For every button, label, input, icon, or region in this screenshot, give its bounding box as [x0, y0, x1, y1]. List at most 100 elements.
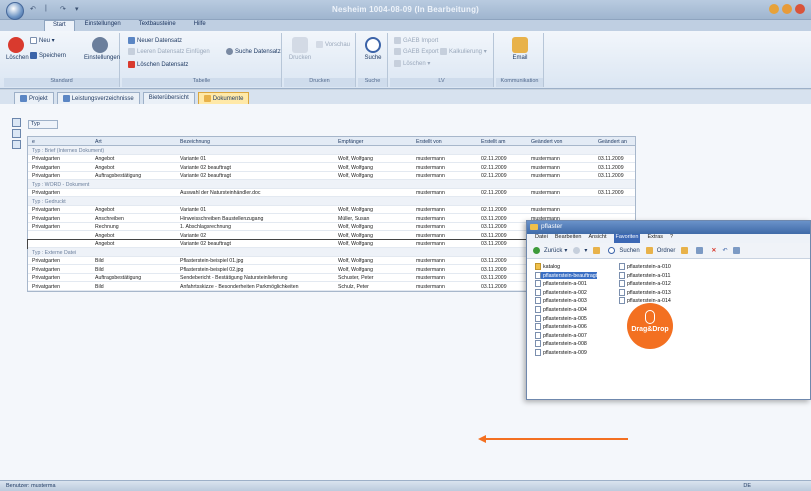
ribbon-tab-einstellungen[interactable]: Einstellungen	[77, 20, 129, 31]
table-cell: 03.11.2009	[598, 164, 624, 171]
file-name: pflasterstein-a-010	[627, 263, 671, 270]
forward-button[interactable]: ▾	[573, 247, 587, 254]
ribbon-tab-start[interactable]: Start	[44, 20, 75, 31]
gaeb-export-button[interactable]: GAEB Export	[394, 48, 439, 55]
column-header[interactable]: Bezeichnung	[180, 139, 300, 145]
menu-item-datei[interactable]: Datei	[535, 234, 548, 243]
gaeb-export-label: GAEB Export	[403, 49, 439, 56]
tab-leistungsverzeichnisse[interactable]: Leistungsverzeichnisse	[56, 92, 140, 104]
file-item[interactable]: pflasterstein-a-001	[535, 280, 587, 288]
new-record-label: Neuer Datensatz	[137, 38, 183, 45]
file-item[interactable]: pflasterstein-a-013	[619, 288, 671, 296]
search-record-button[interactable]: Suche Datensatz	[226, 48, 281, 55]
file-item[interactable]: pflasterstein-a-004	[535, 306, 587, 313]
file-name: pflasterstein-beauftragt	[543, 272, 598, 279]
column-header[interactable]: Geändert an	[598, 139, 636, 145]
file-icon	[535, 314, 541, 322]
tab-bieteruebersicht[interactable]: Bieterübersicht	[142, 92, 195, 104]
menu-item-extras[interactable]: Extras	[647, 234, 663, 243]
preview-button[interactable]: Vorschau	[316, 41, 350, 48]
file-item[interactable]: pflasterstein-a-005	[535, 314, 587, 322]
ribbon-group-lv: GAEB Import GAEB Export Kalkulierung ▾ L…	[390, 33, 494, 87]
undo-icon[interactable]: ↶	[722, 247, 727, 254]
file-item[interactable]: pflasterstein-a-002	[535, 288, 587, 296]
search-button[interactable]: Suchen	[608, 247, 640, 254]
tab-label: Projekt	[29, 96, 48, 103]
delete-icon	[8, 37, 24, 53]
file-item[interactable]: pflasterstein-beauftragt	[535, 271, 598, 279]
menu-item-help[interactable]: ?	[670, 234, 673, 243]
delete-record-button[interactable]: Löschen Datensatz	[128, 61, 188, 68]
save-label: Speichern	[39, 53, 67, 60]
up-button[interactable]	[593, 247, 602, 254]
menu-item-favoriten[interactable]: Favoriten	[613, 234, 641, 243]
file-item[interactable]: pflasterstein-a-012	[619, 280, 671, 288]
delete-button[interactable]: Löschen	[6, 37, 29, 61]
ribbon-tab-hilfe[interactable]: Hilfe	[186, 20, 214, 31]
explorer-window: pflaster Datei Bearbeiten Ansicht Favori…	[526, 220, 811, 400]
gaeb-import-button[interactable]: GAEB Import	[394, 37, 438, 44]
search-label: Suche	[364, 55, 382, 61]
table-cell: Bild	[95, 283, 104, 290]
views-button[interactable]	[733, 247, 742, 254]
column-header[interactable]: Erstellt von	[416, 139, 476, 145]
column-header[interactable]: Art	[95, 139, 150, 145]
column-header[interactable]: Geändert von	[531, 139, 591, 145]
new-button[interactable]: Neu ▾	[30, 37, 55, 44]
group-row[interactable]: Typ : WORD - Dokument	[28, 180, 635, 189]
column-header[interactable]: Empfänger	[338, 139, 393, 145]
file-icon	[535, 297, 541, 305]
group-row[interactable]: Typ : Brief (Internes Dokument)	[28, 146, 635, 155]
menu-item-ansicht[interactable]: Ansicht	[588, 234, 606, 243]
print-button[interactable]: Drucken	[288, 37, 312, 61]
file-item[interactable]: pflasterstein-a-010	[619, 263, 671, 270]
new-record-button[interactable]: Neuer Datensatz	[128, 37, 182, 44]
lv-delete-button[interactable]: Löschen ▾	[394, 60, 430, 67]
column-header[interactable]: Erstellt am	[481, 139, 521, 145]
table-cell: Rechnung	[95, 224, 119, 230]
settings-button[interactable]: Einstellungen	[84, 37, 120, 61]
table-cell: 1. Abschlagsrechnung	[180, 224, 232, 230]
file-item[interactable]: pflasterstein-a-007	[535, 331, 587, 339]
table-row[interactable]: Privatgarten Angebot Variante 01 Wolf, Wolf…	[28, 155, 635, 163]
minimize-button[interactable]	[769, 4, 779, 14]
table-cell: Variante 02 beauftragt	[180, 164, 231, 171]
magnifier-icon	[365, 37, 381, 53]
status-bar: Benutzer: musterma DE	[0, 480, 811, 491]
tab-dokumente[interactable]: Dokumente	[197, 92, 250, 104]
table-row[interactable]: Privatgarten Angebot Variante 01 Wolf, Wolf…	[28, 206, 635, 214]
group-by-chip[interactable]: Typ	[28, 120, 58, 129]
insert-record-button[interactable]: Leeren Datensatz Einfügen	[128, 48, 210, 55]
ribbon-tab-textbausteine[interactable]: Textbausteine	[131, 20, 184, 31]
tab-projekt[interactable]: Projekt	[14, 92, 54, 104]
move-button[interactable]	[681, 247, 690, 254]
close-button[interactable]	[795, 4, 805, 14]
table-cell: Pflasterstein-beispiel 01.jpg	[180, 258, 244, 264]
file-icon	[619, 263, 625, 270]
file-item[interactable]: pflasterstein-a-003	[535, 297, 587, 305]
table-row[interactable]: Privatgarten Angebot Variante 02 beauftrag…	[28, 163, 635, 172]
file-item[interactable]: pflasterstein-a-009	[535, 349, 587, 356]
folders-button[interactable]: Ordner	[645, 247, 675, 254]
back-button[interactable]: Zurück ▾	[533, 247, 567, 254]
file-item[interactable]: pflasterstein-a-006	[535, 323, 587, 331]
menu-item-bearbeiten[interactable]: Bearbeiten	[555, 234, 582, 243]
attach-icon[interactable]	[12, 118, 21, 127]
table-cell: 03.11.2009	[598, 156, 624, 162]
table-row[interactable]: Privatgarten Auftragsbestätigung Variante …	[28, 172, 635, 180]
find-icon[interactable]	[12, 140, 21, 149]
email-button[interactable]: Email	[508, 37, 532, 61]
maximize-button[interactable]	[782, 4, 792, 14]
delete-icon[interactable]: ✕	[711, 247, 716, 254]
save-button[interactable]: Speichern	[30, 52, 66, 59]
kalkulierung-button[interactable]: Kalkulierung ▾	[440, 48, 487, 55]
file-item[interactable]: pflasterstein-a-008	[535, 340, 587, 348]
file-item[interactable]: pflasterstein-a-011	[619, 271, 670, 279]
open-icon[interactable]	[12, 129, 21, 138]
search-button[interactable]: Suche	[362, 37, 384, 61]
table-row[interactable]: Privatgarten Auswahl der Natursteinhändle…	[28, 189, 635, 197]
copy-button[interactable]	[696, 247, 705, 254]
column-header[interactable]: e	[32, 139, 92, 145]
group-row[interactable]: Typ : Gedruckt	[28, 197, 635, 206]
folder-item[interactable]: katalog	[535, 263, 560, 270]
